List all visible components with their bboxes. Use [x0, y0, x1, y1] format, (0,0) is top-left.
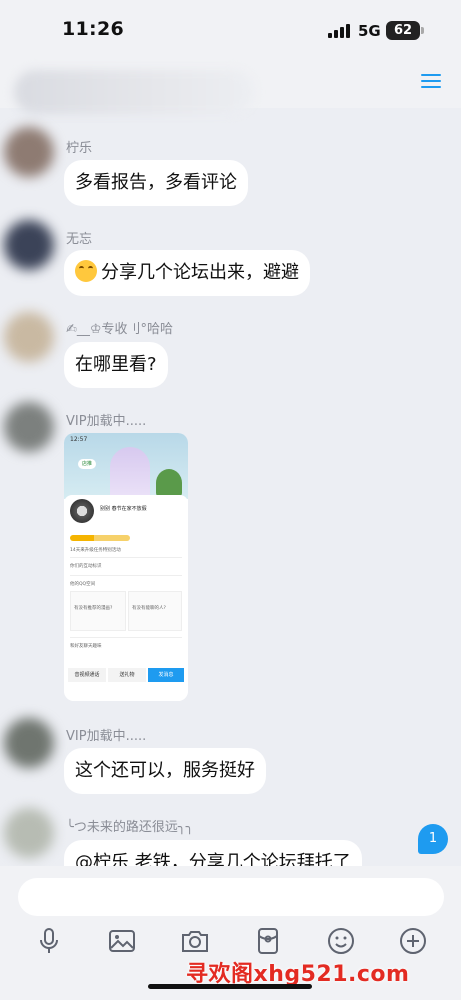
image-icon[interactable] — [107, 926, 137, 956]
profile-card: 别别 春节在家不放假 14天来升级任务特别活动 你们的互动标识 他的QQ空间 有… — [64, 495, 188, 701]
message-bubble[interactable]: 分享几个论坛出来，避避 — [64, 250, 310, 296]
hamburger-menu-icon[interactable] — [421, 72, 443, 90]
space-card — [128, 591, 182, 631]
avatar[interactable] — [4, 312, 54, 362]
divider — [70, 637, 182, 638]
space-card-text: 有没有能聊的人? — [132, 606, 166, 611]
profile-name: 别别 春节在家不放假 — [100, 506, 147, 512]
sender-name: ✍︎__♔专收刂°哈哈 — [66, 322, 174, 337]
signal-icon — [328, 24, 352, 38]
message-button: 发消息 — [148, 668, 184, 682]
avatar[interactable] — [4, 220, 54, 270]
plus-icon[interactable] — [398, 926, 428, 956]
emoji-icon[interactable] — [326, 926, 356, 956]
network-type: 5G — [358, 22, 381, 40]
sender-name: VIP加载中..... — [66, 414, 147, 429]
image-scene: 12:57 店推 — [64, 433, 188, 509]
image-time: 12:57 — [70, 436, 88, 443]
battery-icon: 62 — [386, 21, 420, 40]
profile-row: 14天来升级任务特别活动 — [70, 548, 121, 553]
microphone-icon[interactable] — [34, 926, 64, 956]
avatar[interactable] — [4, 808, 54, 858]
message-bubble[interactable]: 在哪里看? — [64, 342, 168, 388]
avatar[interactable] — [4, 127, 54, 177]
status-bar: 11:26 5G 62 — [0, 0, 461, 62]
sender-name: VIP加载中..... — [66, 729, 147, 744]
chat-header — [0, 62, 461, 114]
gift-button: 送礼物 — [108, 668, 146, 682]
image-message[interactable]: 12:57 店推 别别 春节在家不放假 14天来升级任务特别活动 你们的互动标识… — [64, 433, 188, 701]
home-indicator[interactable] — [148, 984, 312, 989]
message-bubble[interactable]: 多看报告，多看评论 — [64, 160, 248, 206]
profile-row: 他的QQ空间 — [70, 582, 96, 587]
avatar[interactable] — [4, 402, 54, 452]
profile-row: 你们的互动标识 — [70, 564, 102, 569]
call-button: 音视频通话 — [68, 668, 106, 682]
image-tag: 店推 — [78, 459, 97, 469]
avatar[interactable] — [4, 718, 54, 768]
space-card — [70, 591, 126, 631]
space-card-text: 有没有推荐的漫画? — [74, 606, 113, 611]
laugh-cry-emoji-icon — [75, 260, 97, 282]
camera-icon[interactable] — [180, 926, 210, 956]
unread-badge[interactable]: 1 — [418, 824, 448, 854]
blurred-group-title — [14, 70, 254, 114]
sender-name: ╰つ未来的路还很远╮╮ — [66, 820, 194, 835]
red-packet-icon[interactable] — [253, 926, 283, 956]
profile-row: 和好友聊天趣味 — [70, 644, 102, 649]
message-input[interactable] — [18, 878, 444, 916]
divider — [70, 557, 182, 558]
message-text: 分享几个论坛出来，避避 — [101, 262, 299, 283]
plant-illustration — [156, 469, 182, 497]
divider — [70, 575, 182, 576]
message-bubble[interactable]: 这个还可以，服务挺好 — [64, 748, 266, 794]
sender-name: 无忘 — [66, 232, 93, 247]
profile-avatar — [70, 499, 94, 523]
battery-cap — [421, 27, 424, 34]
sender-name: 柠乐 — [66, 141, 93, 156]
image-nav-bar — [64, 687, 188, 697]
level-stars — [70, 535, 130, 541]
status-time: 11:26 — [62, 18, 124, 40]
